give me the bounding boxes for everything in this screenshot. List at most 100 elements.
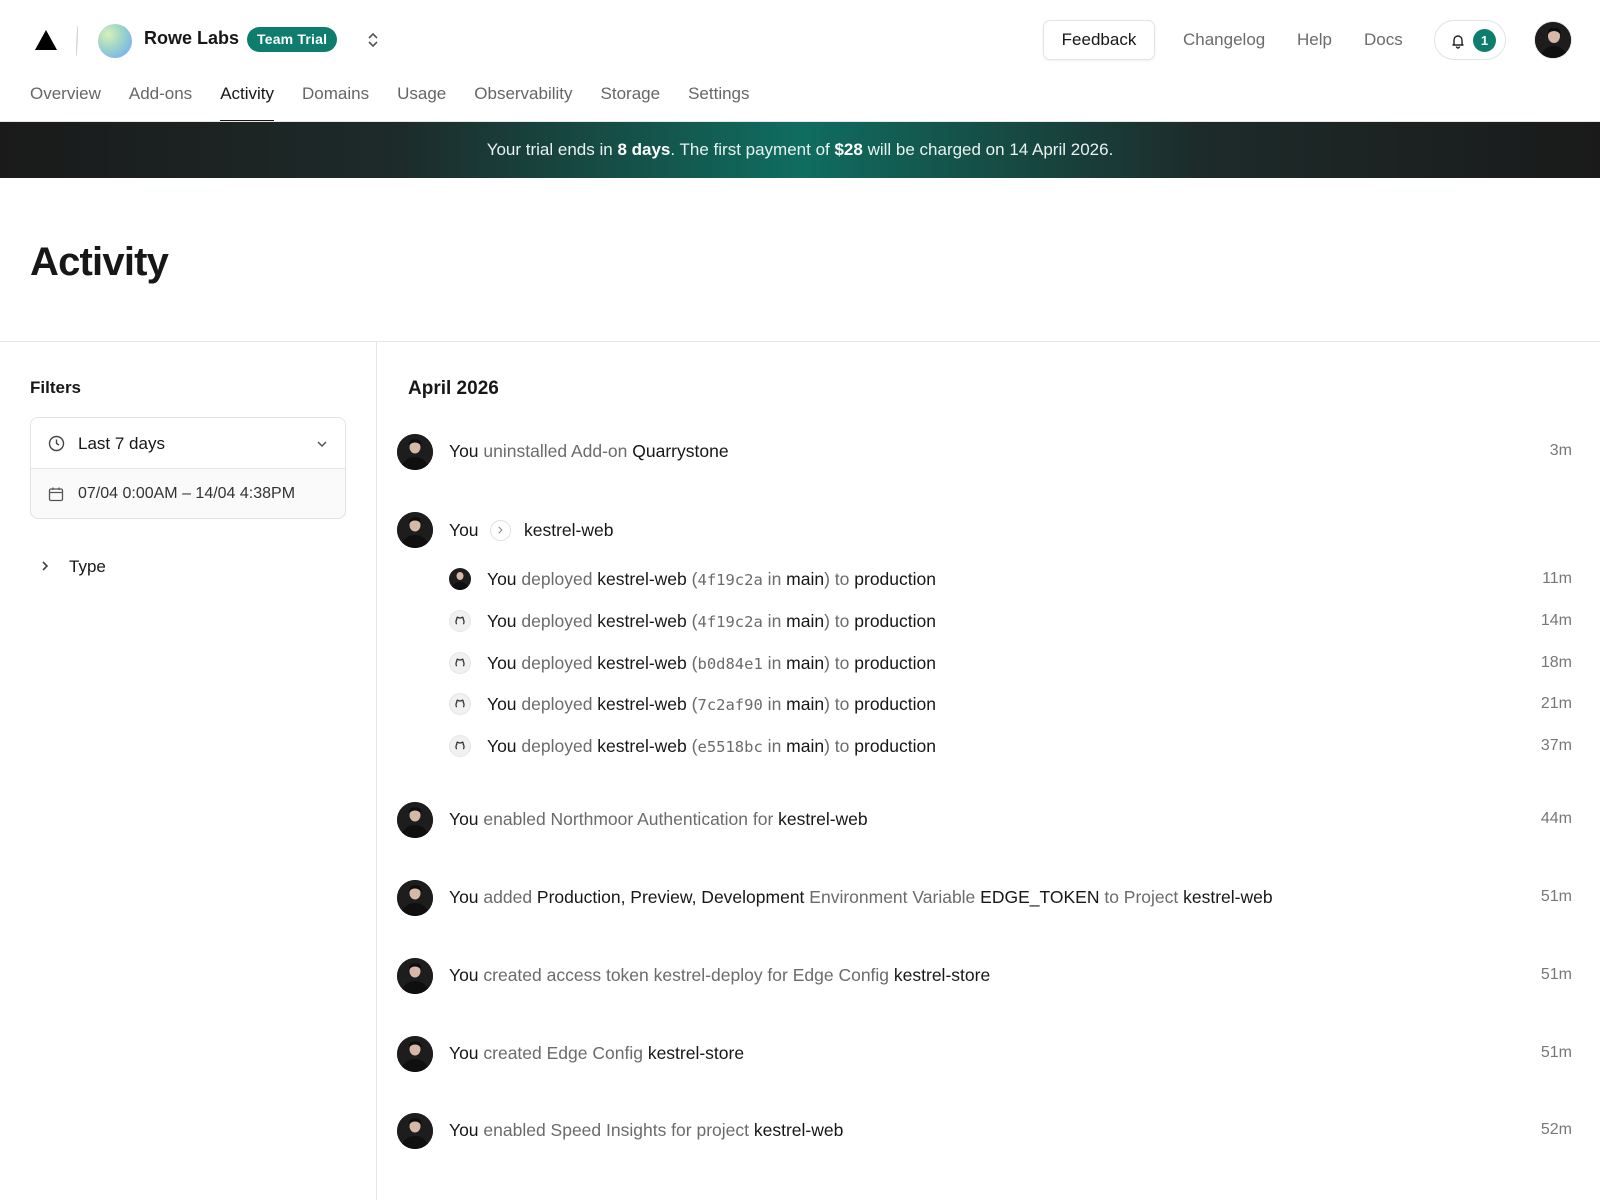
user-avatar[interactable] xyxy=(397,1113,433,1149)
user-avatar[interactable] xyxy=(397,512,433,548)
team-avatar[interactable] xyxy=(98,24,132,58)
banner-suffix: will be charged on 14 April 2026. xyxy=(862,140,1114,159)
user-avatar[interactable] xyxy=(397,1036,433,1072)
github-icon xyxy=(449,735,471,757)
tab-storage[interactable]: Storage xyxy=(601,80,661,122)
docs-link[interactable]: Docs xyxy=(1364,30,1403,50)
custom-date-range[interactable]: 07/04 0:00AM – 14/04 4:38PM xyxy=(31,470,345,518)
banner-amount: $28 xyxy=(834,140,863,159)
person-avatar-icon xyxy=(397,958,433,994)
deploy-in: in xyxy=(762,611,787,631)
deploy-item: You deployed kestrel-web (e5518bc in mai… xyxy=(449,732,1572,762)
deploy-project[interactable]: kestrel-web xyxy=(597,653,686,673)
deploy-in: in xyxy=(762,736,787,756)
deploy-item: You deployed kestrel-web (b0d84e1 in mai… xyxy=(449,649,1572,679)
deploy-project[interactable]: kestrel-web xyxy=(597,736,686,756)
changelog-link[interactable]: Changelog xyxy=(1183,30,1265,50)
activity-mid: Environment Variable xyxy=(804,887,981,907)
bell-icon xyxy=(1452,35,1464,49)
help-link[interactable]: Help xyxy=(1297,30,1332,50)
user-avatar[interactable] xyxy=(397,958,433,994)
person-avatar-icon xyxy=(397,1113,433,1149)
activity-verb: uninstalled Add-on xyxy=(478,441,633,461)
environment-name: production xyxy=(854,694,936,714)
user-avatar[interactable] xyxy=(1534,21,1572,59)
activity-time: 11m xyxy=(1542,570,1572,587)
deploy-project[interactable]: kestrel-web xyxy=(597,569,686,589)
deploy-to: ) to xyxy=(824,694,855,714)
activity-verb: enabled Northmoor Authentication for xyxy=(478,809,779,829)
chevron-up-down-icon[interactable] xyxy=(366,30,380,50)
group-project[interactable]: kestrel-web xyxy=(524,520,613,541)
commit-hash[interactable]: 7c2af90 xyxy=(697,696,762,714)
activity-time: 51m xyxy=(1540,888,1572,905)
tab-usage[interactable]: Usage xyxy=(397,80,446,122)
sidebar-divider xyxy=(376,342,377,1200)
type-filter-toggle[interactable]: Type xyxy=(30,555,330,583)
actor: You xyxy=(449,809,479,829)
user-avatar[interactable] xyxy=(397,802,433,838)
tab-domains[interactable]: Domains xyxy=(302,80,369,122)
commit-hash[interactable]: e5518bc xyxy=(697,738,762,756)
team-name[interactable]: Rowe Labs xyxy=(144,28,239,49)
triangle-logo-icon[interactable] xyxy=(34,28,58,52)
feedback-button[interactable]: Feedback xyxy=(1043,20,1155,60)
branch-name: main xyxy=(786,653,825,673)
activity-time: 51m xyxy=(1540,966,1572,983)
deploy-to: ) to xyxy=(824,569,855,589)
user-avatar[interactable] xyxy=(397,434,433,470)
person-avatar-icon xyxy=(397,1036,433,1072)
commit-hash[interactable]: b0d84e1 xyxy=(697,655,762,673)
activity-target[interactable]: kestrel-web xyxy=(1183,887,1272,907)
commit-hash[interactable]: 4f19c2a xyxy=(697,613,762,631)
activity-time: 37m xyxy=(1540,737,1572,754)
deploy-item: You deployed kestrel-web (4f19c2a in mai… xyxy=(449,565,1572,595)
person-avatar-icon xyxy=(397,802,433,838)
banner-days: 8 days xyxy=(617,140,671,159)
branch-name: main xyxy=(786,736,825,756)
activity-target[interactable]: Quarrystone xyxy=(632,441,728,461)
person-avatar-icon xyxy=(449,568,471,590)
commit-hash[interactable]: 4f19c2a xyxy=(697,571,762,589)
env-variable-name: EDGE_TOKEN xyxy=(980,887,1100,907)
tab-overview[interactable]: Overview xyxy=(30,80,101,122)
person-avatar-icon xyxy=(397,434,433,470)
github-icon xyxy=(449,610,471,632)
main-tabs: Overview Add-ons Activity Domains Usage … xyxy=(30,80,778,122)
actor: You xyxy=(449,441,479,461)
branch-name: main xyxy=(786,694,825,714)
actor: You xyxy=(449,887,479,907)
deploy-project[interactable]: kestrel-web xyxy=(597,611,686,631)
activity-item: You enabled Speed Insights for project k… xyxy=(397,1111,1572,1151)
activity-target[interactable]: kestrel-web xyxy=(754,1120,843,1140)
activity-target[interactable]: kestrel-store xyxy=(648,1043,744,1063)
tab-add-ons[interactable]: Add-ons xyxy=(129,80,192,122)
activity-item: You enabled Northmoor Authentication for… xyxy=(397,800,1572,840)
tab-activity[interactable]: Activity xyxy=(220,80,274,122)
actor: You xyxy=(487,736,517,756)
deploy-verb: deployed xyxy=(516,611,598,631)
deploy-verb: deployed xyxy=(516,569,598,589)
deploy-project[interactable]: kestrel-web xyxy=(597,694,686,714)
user-avatar[interactable] xyxy=(397,880,433,916)
plan-badge: Team Trial xyxy=(247,27,338,52)
person-avatar-icon xyxy=(397,512,433,548)
activity-target[interactable]: kestrel-web xyxy=(778,809,867,829)
deploy-item: You deployed kestrel-web (4f19c2a in mai… xyxy=(449,607,1572,637)
activity-target[interactable]: kestrel-store xyxy=(894,965,990,985)
tab-settings[interactable]: Settings xyxy=(688,80,749,122)
notifications-button[interactable]: 1 xyxy=(1434,20,1506,60)
activity-group-header: You kestrel-web xyxy=(397,510,997,550)
github-icon xyxy=(449,693,471,715)
header-divider xyxy=(0,341,1600,342)
top-bar: Rowe Labs Team Trial Feedback Changelog … xyxy=(0,0,1600,80)
activity-time: 3m xyxy=(1549,442,1572,459)
actor: You xyxy=(449,1043,479,1063)
tab-observability[interactable]: Observability xyxy=(474,80,572,122)
actor: You xyxy=(449,1120,479,1140)
date-range-value: 07/04 0:00AM – 14/04 4:38PM xyxy=(78,485,296,502)
deploy-verb: deployed xyxy=(516,694,598,714)
branch-name: main xyxy=(786,569,825,589)
environment-name: production xyxy=(854,653,936,673)
date-range-select[interactable]: Last 7 days xyxy=(31,418,345,469)
